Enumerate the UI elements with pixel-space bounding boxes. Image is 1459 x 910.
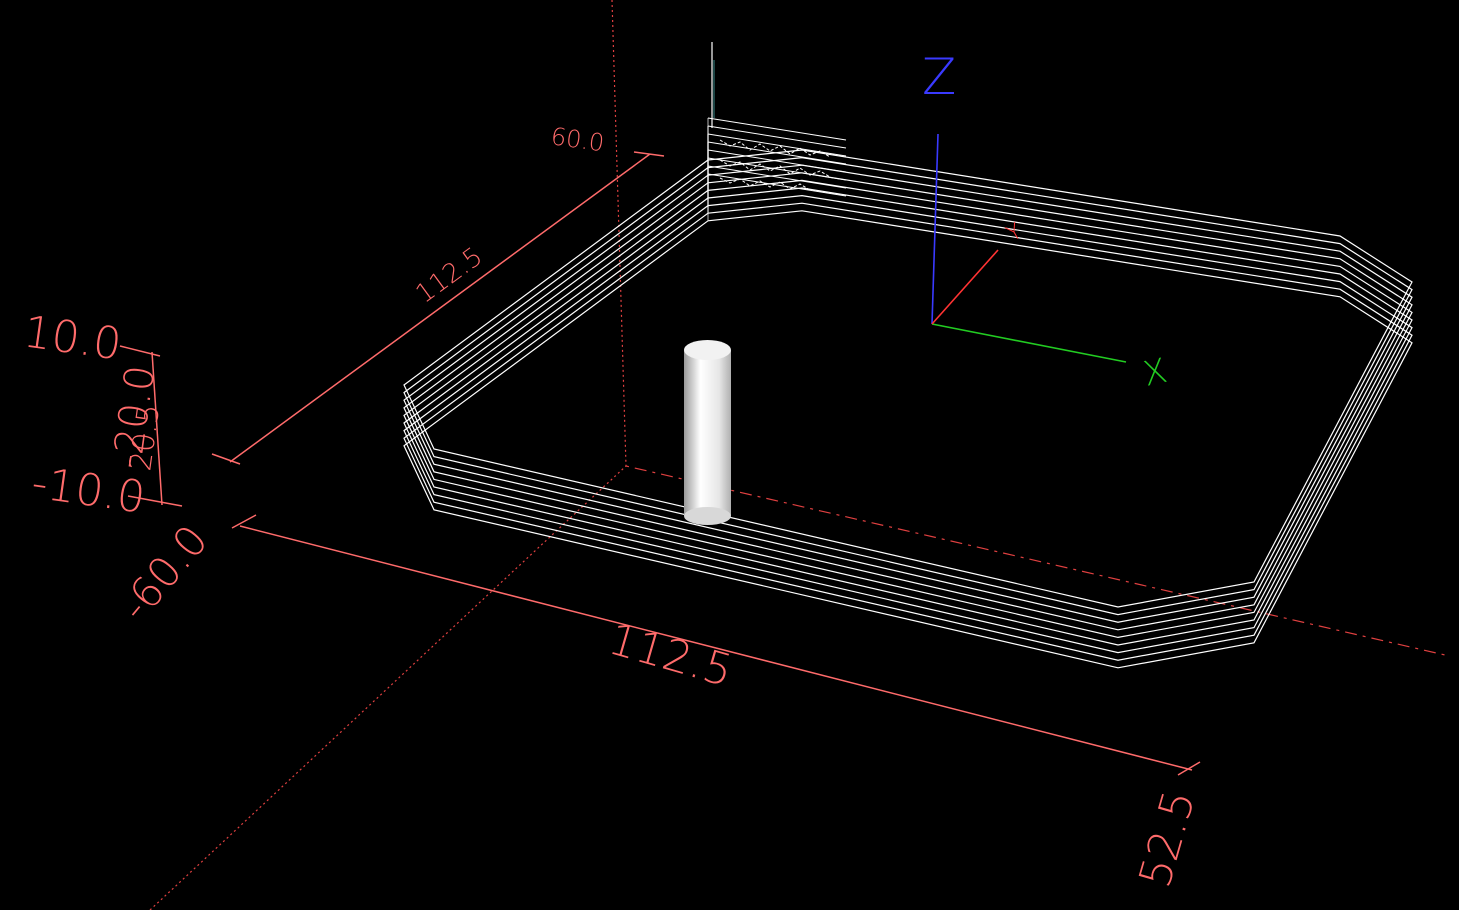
z-axis-label: Z <box>922 48 956 106</box>
tool-cylinder-top <box>684 340 731 360</box>
gcode-3d-viewport[interactable]: 10.0 -10.0 -20.0 20.5 60.0 112.5 -60.0 1… <box>0 0 1459 910</box>
tool-cylinder <box>684 340 731 525</box>
tool-cylinder-bottom <box>684 507 731 525</box>
tool-cylinder-body <box>684 350 731 516</box>
